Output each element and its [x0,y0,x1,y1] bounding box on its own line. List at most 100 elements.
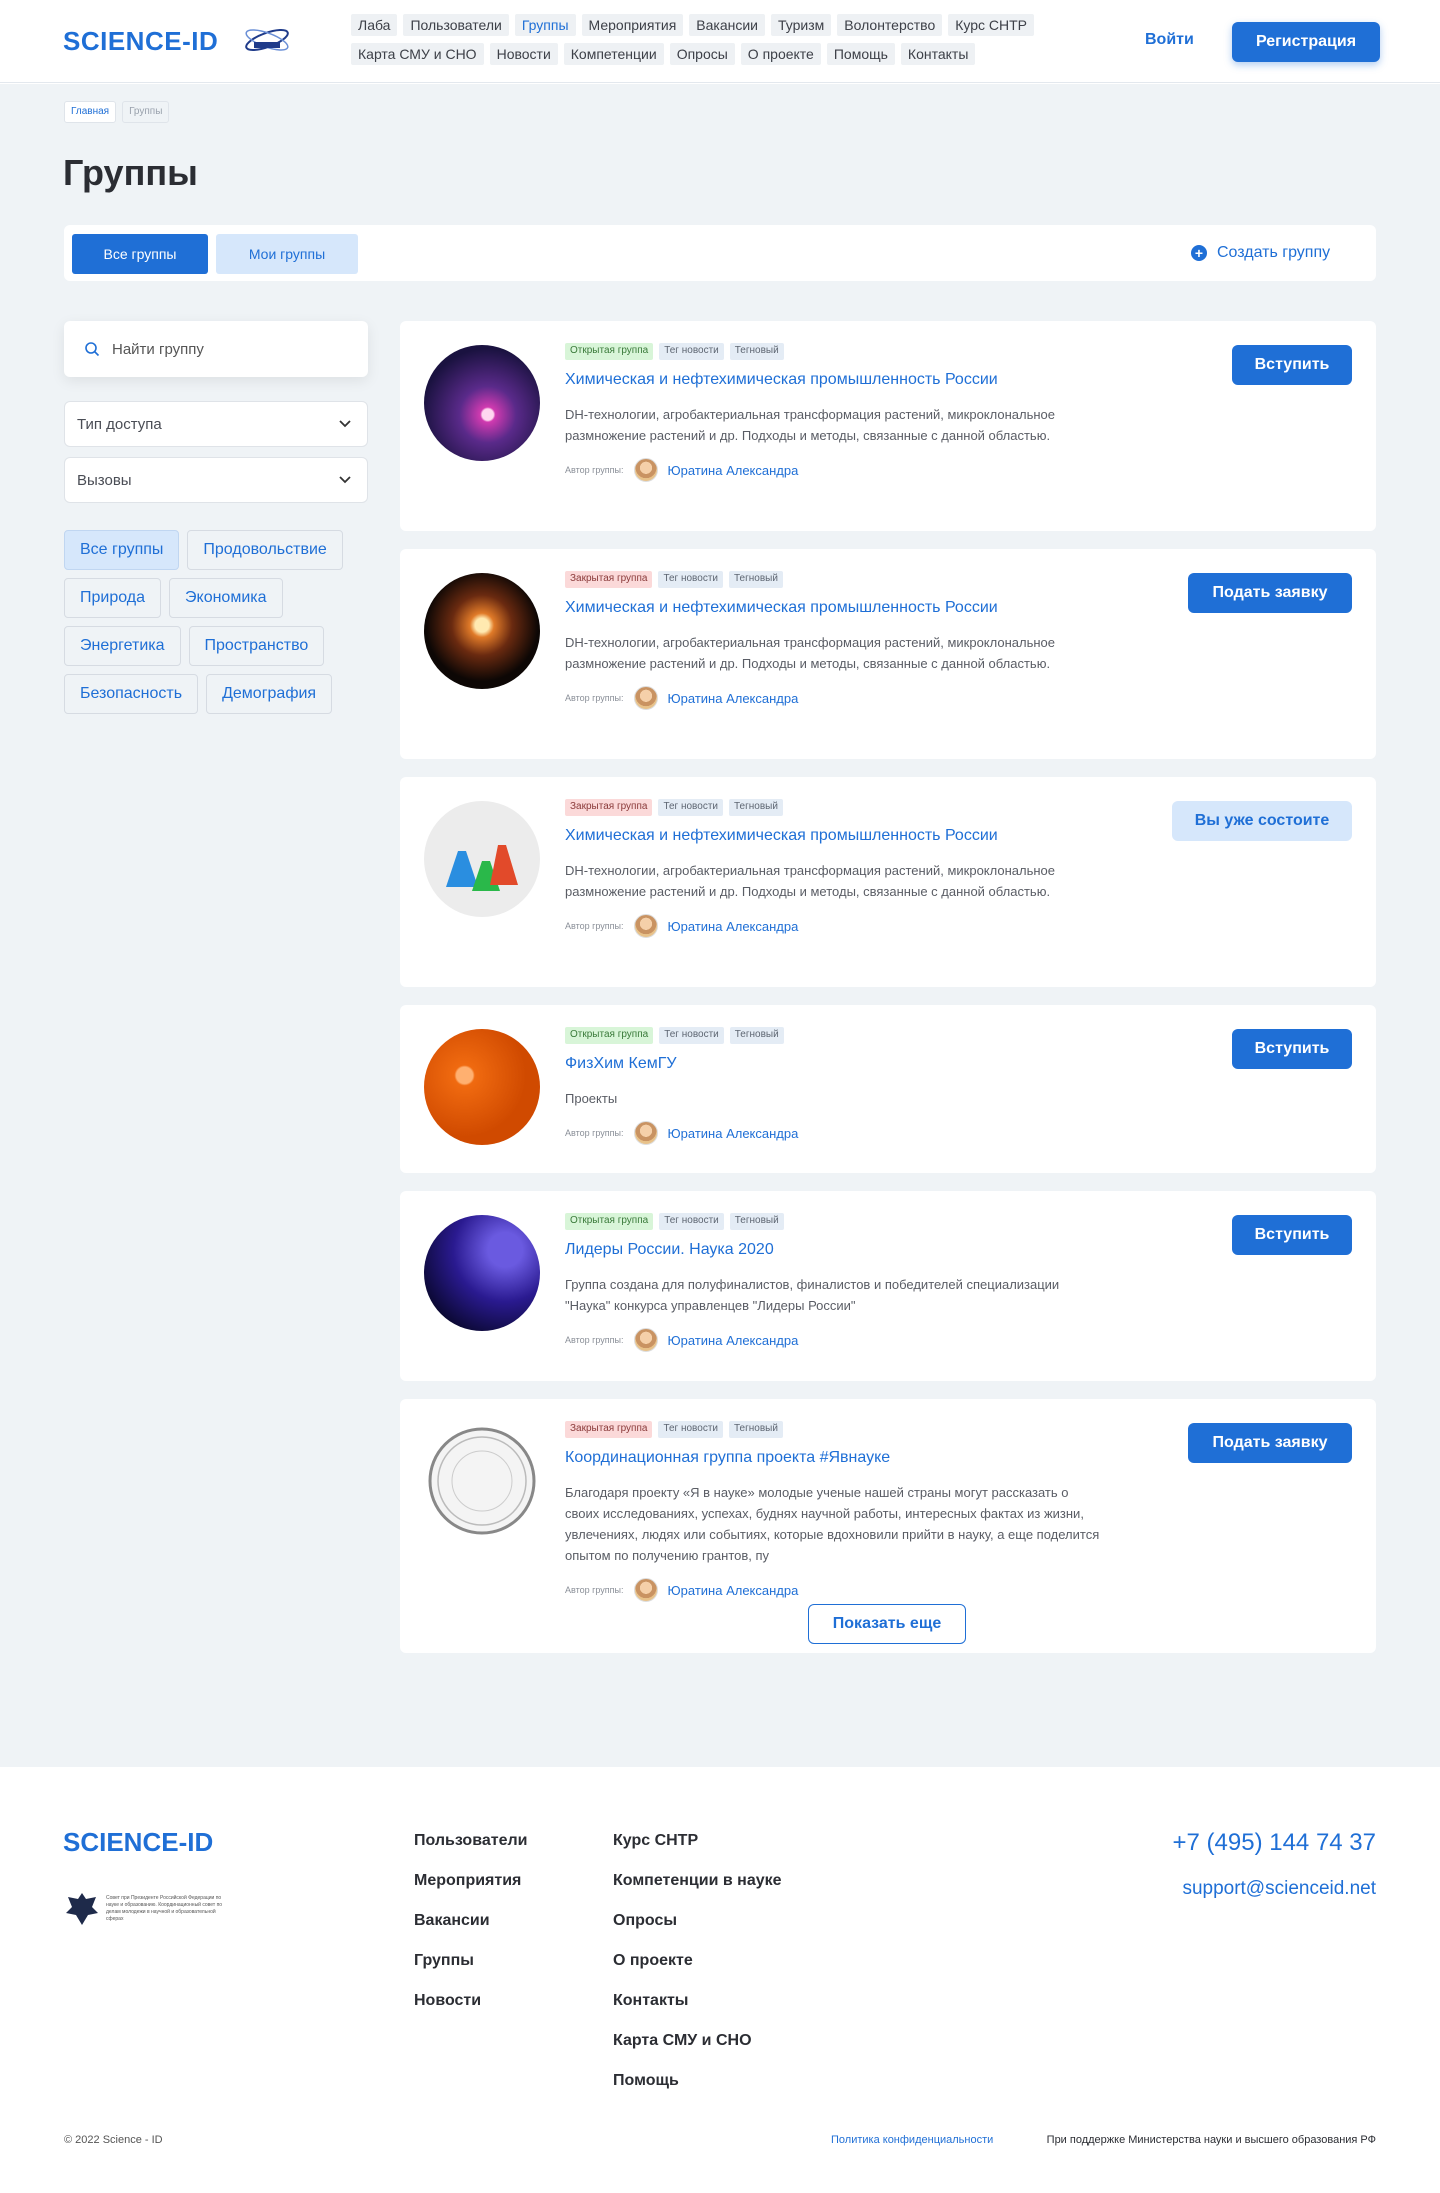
group-title[interactable]: Координационная группа проекта #Явнауке [565,1448,1105,1468]
site-logo[interactable]: SCIENCE-ID [63,26,218,57]
nav-item-users[interactable]: Пользователи [403,14,509,36]
access-badge: Открытая группа [565,343,654,360]
login-link[interactable]: Войти [1145,31,1194,49]
access-badge: Открытая группа [565,1213,654,1230]
nav-item-news[interactable]: Новости [489,43,558,65]
chip-nature[interactable]: Природа [64,578,162,618]
tag-badge: Тег новости [659,343,724,360]
nav-item-help[interactable]: Помощь [826,43,895,65]
search-input[interactable] [112,340,332,358]
access-badge: Закрытая группа [565,1421,653,1438]
tag-badge: Тег новости [658,571,723,588]
group-author: Автор группы: Юратина Александра [565,1121,1105,1145]
show-more-button[interactable]: Показать еще [808,1604,966,1644]
site-footer: SCIENCE-ID Совет при Президенте Российск… [0,1767,1440,2193]
chip-security[interactable]: Безопасность [64,674,199,714]
nav-item-tourism[interactable]: Туризм [771,14,832,36]
group-title[interactable]: Лидеры России. Наука 2020 [565,1240,1105,1260]
footer-link-contacts[interactable]: Контакты [613,1991,782,2010]
footer-phone[interactable]: +7 (495) 144 74 37 [1173,1829,1377,1857]
avatar [633,1121,658,1145]
group-description: DH-технологии, агробактериальная трансфо… [565,407,1056,443]
nav-item-volunteering[interactable]: Волонтерство [837,14,943,36]
nav-item-polls[interactable]: Опросы [669,43,735,65]
author-label: Автор группы: [565,921,624,931]
nav-item-events[interactable]: Мероприятия [581,14,684,36]
join-button[interactable]: Вступить [1232,345,1352,385]
breadcrumb-home[interactable]: Главная [64,101,117,123]
challenges-select[interactable]: Вызовы [64,457,368,503]
access-type-label: Тип доступа [77,415,162,433]
footer-link-users[interactable]: Пользователи [414,1831,527,1850]
author-name[interactable]: Юратина Александра [668,463,799,478]
access-type-select[interactable]: Тип доступа [64,401,368,447]
group-description: Проекты [565,1091,618,1106]
create-group-label: Создать группу [1217,244,1331,261]
footer-link-polls[interactable]: Опросы [613,1911,782,1930]
author-label: Автор группы: [565,693,624,703]
create-group-button[interactable]: + Создать группу [1191,244,1330,262]
nav-item-groups[interactable]: Группы [514,14,576,36]
join-button[interactable]: Вступить [1232,1215,1352,1255]
nav-item-vacancies[interactable]: Вакансии [689,14,765,36]
footer-link-events[interactable]: Мероприятия [414,1871,527,1890]
avatar [633,1328,658,1352]
group-title[interactable]: ФизХим КемГУ [565,1054,1105,1074]
group-title[interactable]: Химическая и нефтехимическая промышленно… [565,598,1105,618]
group-author: Автор группы: Юратина Александра [565,686,1105,710]
author-name[interactable]: Юратина Александра [668,691,799,706]
group-image-microscope [424,1215,540,1331]
nav-item-about[interactable]: О проекте [740,43,821,65]
author-name[interactable]: Юратина Александра [668,919,799,934]
ministry-support-text: При поддержке Министерства науки и высше… [1046,2134,1376,2146]
footer-link-groups[interactable]: Группы [414,1951,527,1970]
group-image-dish [424,1423,540,1539]
plus-icon: + [1191,245,1207,261]
footer-link-map[interactable]: Карта СМУ и СНО [613,2031,782,2050]
privacy-policy-link[interactable]: Политика конфиденциальности [831,2134,993,2146]
group-author: Автор группы: Юратина Александра [565,914,1105,938]
group-title[interactable]: Химическая и нефтехимическая промышленно… [565,826,1105,846]
apply-button[interactable]: Подать заявку [1188,573,1352,613]
group-title[interactable]: Химическая и нефтехимическая промышленно… [565,370,1105,390]
chip-energy[interactable]: Энергетика [64,626,181,666]
nav-item-competencies[interactable]: Компетенции [563,43,664,65]
group-author: Автор группы: Юратина Александра [565,1578,1105,1602]
apply-button[interactable]: Подать заявку [1188,1423,1352,1463]
author-label: Автор группы: [565,1585,624,1595]
flasks-icon [446,845,518,891]
tag-badge: Тегновый [728,1421,783,1438]
chip-economy[interactable]: Экономика [169,578,283,618]
author-name[interactable]: Юратина Александра [668,1583,799,1598]
nav-item-map[interactable]: Карта СМУ и СНО [351,43,484,65]
group-image-plasma [424,345,540,461]
footer-link-course[interactable]: Курс СНТР [613,1831,782,1850]
footer-link-competencies[interactable]: Компетенции в науке [613,1871,782,1890]
join-button[interactable]: Вступить [1232,1029,1352,1069]
access-badge: Закрытая группа [565,799,653,816]
nav-item-course[interactable]: Курс СНТР [948,14,1035,36]
group-description: DH-технологии, агробактериальная трансфо… [565,863,1056,899]
author-name[interactable]: Юратина Александра [668,1126,799,1141]
nav-item-contacts[interactable]: Контакты [900,43,976,65]
tab-all-groups[interactable]: Все группы [72,234,208,274]
category-chips: Все группы Продовольствие Природа Эконом… [64,530,374,714]
footer-link-about[interactable]: О проекте [613,1951,782,1970]
footer-col-1: Пользователи Мероприятия Вакансии Группы… [414,1831,527,2010]
footer-link-news[interactable]: Новости [414,1991,527,2010]
chip-food[interactable]: Продовольствие [187,530,343,570]
chip-demography[interactable]: Демография [206,674,333,714]
footer-link-help[interactable]: Помощь [613,2071,782,2090]
footer-email[interactable]: support@scienceid.net [1182,1878,1376,1900]
tab-my-groups[interactable]: Мои группы [216,234,358,274]
author-name[interactable]: Юратина Александра [668,1333,799,1348]
site-header: SCIENCE-ID Лаба Пользователи Группы Меро… [0,0,1440,83]
footer-link-vacancies[interactable]: Вакансии [414,1911,527,1930]
already-member-button[interactable]: Вы уже состоите [1172,801,1352,841]
register-button[interactable]: Регистрация [1232,22,1380,62]
chip-all[interactable]: Все группы [64,530,180,570]
nav-item-laba[interactable]: Лаба [351,14,398,36]
chip-space[interactable]: Пространство [188,626,325,666]
main-content: Главная Группы Группы Все группы Мои гру… [0,84,1440,1767]
footer-logo[interactable]: SCIENCE-ID [63,1827,213,1858]
